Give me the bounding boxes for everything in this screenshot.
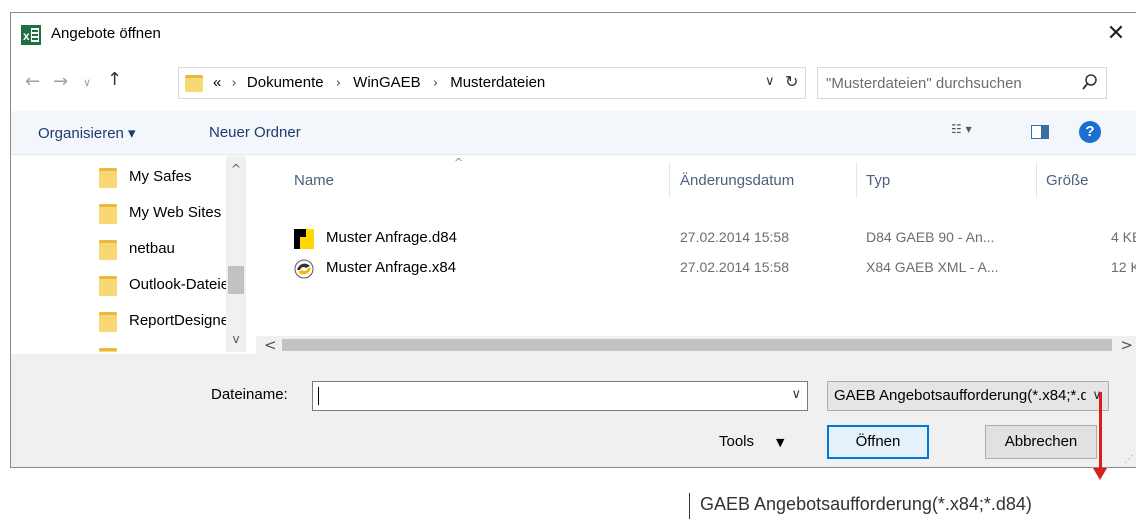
address-bar[interactable]: « › Dokumente › WinGAEB › Musterdateien … (178, 67, 806, 99)
breadcrumb-separator[interactable]: › (433, 76, 438, 91)
folder-icon (99, 204, 117, 224)
d84-file-icon (294, 229, 314, 249)
scroll-thumb[interactable] (228, 266, 244, 294)
file-type: D84 GAEB 90 - An... (866, 229, 995, 245)
callout-arrow-head (1093, 468, 1107, 480)
folder-icon (99, 168, 117, 188)
breadcrumb-separator[interactable]: › (232, 76, 237, 91)
forward-button[interactable]: → (53, 71, 68, 92)
tree-item-partial (99, 344, 229, 352)
window-title: Angebote öffnen (51, 25, 161, 42)
file-list: ^ Name Änderungsdatum Typ Größe Muster A… (256, 156, 1136, 336)
callout-filter-text: GAEB Angebotsaufforderung(*.x84;*.d84) (700, 494, 1032, 514)
table-row[interactable]: Muster Anfrage.x84 27.02.2014 15:58 X84 … (286, 256, 1136, 282)
file-date: 27.02.2014 15:58 (680, 259, 789, 275)
open-button[interactable]: Öffnen (827, 425, 929, 459)
filename-label: Dateiname: (211, 386, 288, 403)
excel-app-icon: x (21, 25, 41, 45)
breadcrumb-separator[interactable]: › (336, 76, 341, 91)
filename-input[interactable]: ∨ (312, 381, 808, 411)
new-folder-button[interactable]: Neuer Ordner (209, 124, 301, 141)
organize-menu-button[interactable]: Organisieren ▾ (38, 124, 136, 142)
file-list-horizontal-scrollbar[interactable]: < > (256, 336, 1136, 354)
tree-item-reportdesigner[interactable]: ReportDesigner (99, 308, 229, 338)
tools-dropdown-icon: ▼ (776, 436, 785, 449)
search-placeholder: "Musterdateien" durchsuchen (826, 75, 1022, 92)
navigation-row: ← → ∨ ↑ « › Dokumente › WinGAEB › Muster… (11, 57, 1136, 105)
file-open-dialog: x Angebote öffnen ✕ ← → ∨ ↑ « › Dokument… (10, 12, 1136, 468)
breadcrumb-item-dokumente[interactable]: Dokumente (247, 74, 324, 91)
resize-grip-icon[interactable]: ⋰ (1124, 454, 1134, 465)
folder-icon (99, 348, 117, 352)
recent-locations-dropdown[interactable]: ∨ (83, 76, 91, 89)
sort-ascending-icon: ^ (454, 156, 464, 169)
tree-item-label: ReportDesigner (129, 312, 229, 329)
close-button[interactable]: ✕ (1102, 21, 1130, 49)
preview-pane-icon[interactable] (1031, 125, 1049, 139)
tree-item-outlook-dateien[interactable]: Outlook-Dateien (99, 272, 229, 302)
tree-item-label: Outlook-Dateien (129, 276, 229, 293)
chevron-down-icon[interactable]: ∨ (1086, 382, 1108, 410)
search-icon[interactable] (1082, 74, 1098, 92)
svg-text:x: x (23, 29, 30, 43)
column-header-name[interactable]: Name (294, 172, 334, 189)
nav-pane-scrollbar[interactable]: ^ v (226, 156, 246, 352)
column-divider[interactable] (1036, 162, 1037, 198)
file-name: Muster Anfrage.d84 (326, 229, 457, 246)
breadcrumb-item-wingaeb[interactable]: WinGAEB (353, 74, 421, 91)
tree-item-label: My Safes (129, 168, 192, 185)
file-size: 4 KB (1111, 229, 1136, 245)
title-bar: x Angebote öffnen ✕ (11, 13, 1136, 57)
tree-item-my-safes[interactable]: My Safes (99, 164, 229, 194)
search-input[interactable]: "Musterdateien" durchsuchen (817, 67, 1107, 99)
text-caret (318, 387, 319, 405)
column-divider[interactable] (669, 162, 670, 198)
file-type-filter-value: GAEB Angebotsaufforderung(*.x84;*.d84) (834, 387, 1109, 404)
file-size: 12 KB (1111, 259, 1136, 275)
breadcrumb-overflow[interactable]: « (213, 74, 221, 91)
back-button[interactable]: ← (25, 71, 40, 92)
command-toolbar: Organisieren ▾ Neuer Ordner ☷ ▾ ? (11, 111, 1136, 155)
x84-file-icon (294, 259, 314, 279)
view-options-icon[interactable]: ☷ ▾ (951, 122, 991, 144)
filename-dropdown-button[interactable]: ∨ (791, 387, 801, 402)
file-name: Muster Anfrage.x84 (326, 259, 457, 276)
scroll-thumb[interactable] (282, 339, 1112, 351)
file-type-filter-select[interactable]: GAEB Angebotsaufforderung(*.x84;*.d84) ∨ (827, 381, 1109, 411)
tree-item-label: My Web Sites (129, 204, 222, 221)
file-date: 27.02.2014 15:58 (680, 229, 789, 245)
cancel-button[interactable]: Abbrechen (985, 425, 1097, 459)
breadcrumb-item-musterdateien[interactable]: Musterdateien (450, 74, 545, 91)
address-dropdown-button[interactable]: ∨ (765, 74, 775, 89)
navigation-pane: My Safes My Web Sites netbau Outlook-Dat… (11, 156, 256, 352)
folder-icon (185, 75, 203, 92)
table-row[interactable]: Muster Anfrage.d84 27.02.2014 15:58 D84 … (286, 226, 1136, 252)
file-type: X84 GAEB XML - A... (866, 259, 999, 275)
up-folder-button[interactable]: ↑ (107, 69, 122, 90)
column-header-size[interactable]: Größe (1046, 172, 1089, 189)
scroll-up-arrow-icon[interactable]: ^ (226, 162, 246, 176)
scroll-right-arrow-icon[interactable]: > (1120, 336, 1133, 354)
tools-label: Tools (719, 433, 755, 450)
tree-item-my-web-sites[interactable]: My Web Sites (99, 200, 229, 230)
folder-icon (99, 240, 117, 260)
column-header-date[interactable]: Änderungsdatum (680, 172, 794, 189)
tree-item-netbau[interactable]: netbau (99, 236, 229, 266)
tools-menu-button[interactable]: Tools ▼ (719, 433, 785, 450)
tree-item-label: netbau (129, 240, 175, 257)
refresh-button[interactable]: ↻ (785, 72, 798, 91)
help-icon[interactable]: ? (1079, 121, 1101, 143)
folder-icon (99, 312, 117, 332)
column-header-type[interactable]: Typ (866, 172, 890, 189)
scroll-down-arrow-icon[interactable]: v (226, 332, 246, 346)
folder-icon (99, 276, 117, 296)
breadcrumb: « › Dokumente › WinGAEB › Musterdateien (213, 74, 545, 91)
callout-arrow-line (1099, 392, 1102, 472)
callout-divider (689, 493, 690, 519)
scroll-left-arrow-icon[interactable]: < (264, 336, 277, 354)
column-divider[interactable] (856, 162, 857, 198)
dialog-footer: Dateiname: ∨ GAEB Angebotsaufforderung(*… (11, 354, 1136, 467)
